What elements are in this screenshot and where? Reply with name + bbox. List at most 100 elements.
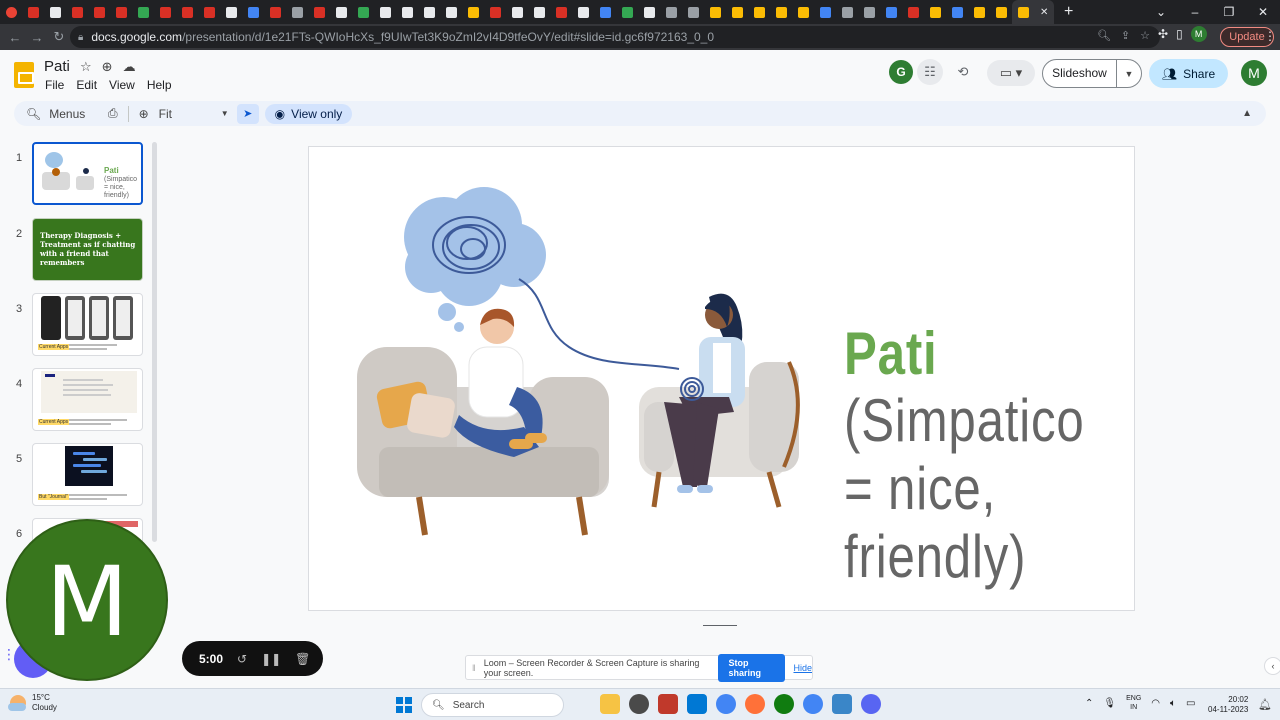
tab-favicon[interactable] (528, 0, 550, 24)
reload-button[interactable]: ↻ (48, 29, 70, 45)
slide-thumbnail-4[interactable]: 4 Current Apps (0, 368, 160, 434)
back-button[interactable]: ← (4, 30, 26, 45)
weather-widget[interactable]: 15°C Cloudy (8, 693, 57, 713)
zoom-icon[interactable]: ⊕ (139, 107, 149, 121)
tab-favicon[interactable] (770, 0, 792, 24)
menus-search[interactable]: 🔍︎ Menus (14, 107, 94, 121)
slideshow-label[interactable]: Slideshow (1043, 60, 1117, 87)
hide-banner-link[interactable]: Hide (793, 663, 812, 673)
wifi-icon[interactable]: ◠ (1151, 698, 1160, 709)
tab-favicon[interactable] (220, 0, 242, 24)
slack-icon[interactable] (629, 694, 649, 714)
tab-favicon[interactable] (242, 0, 264, 24)
thumbnail-frame[interactable]: Therapy Diagnosis + Treatment as if chat… (32, 218, 143, 281)
tab-favicon[interactable] (330, 0, 352, 24)
microphone-icon[interactable]: 🎙︎ (1103, 698, 1116, 709)
discord-icon[interactable] (861, 694, 881, 714)
tray-chevron-icon[interactable]: ⌃ (1085, 698, 1093, 709)
menu-view[interactable]: View (109, 78, 135, 92)
move-icon[interactable]: ⊕ (102, 59, 113, 75)
tab-favicon[interactable] (484, 0, 506, 24)
meet-camera-button[interactable]: ▭ ▾ (987, 60, 1035, 86)
tab-favicon[interactable] (462, 0, 484, 24)
tab-favicon[interactable] (264, 0, 286, 24)
forward-button[interactable]: → (26, 30, 48, 45)
chrome-profile-icon[interactable] (803, 694, 823, 714)
tab-favicon[interactable] (858, 0, 880, 24)
collaborator-avatar[interactable]: G (889, 60, 913, 84)
tab-favicon[interactable] (88, 0, 110, 24)
browser-profile-avatar[interactable]: M (1190, 26, 1207, 42)
tab-favicon[interactable] (308, 0, 330, 24)
pause-icon[interactable]: ❚❚ (261, 652, 281, 666)
tab-favicon[interactable] (726, 0, 748, 24)
tab-favicon[interactable] (66, 0, 88, 24)
tab-favicon[interactable] (22, 0, 44, 24)
speaker-notes-handle[interactable] (703, 625, 737, 626)
side-panel-toggle-icon[interactable]: ‹ (1264, 657, 1280, 675)
slide-thumbnail-3[interactable]: 3 Current Apps (0, 293, 160, 359)
tab-favicon[interactable] (924, 0, 946, 24)
tab-favicon[interactable] (660, 0, 682, 24)
xbox-icon[interactable] (774, 694, 794, 714)
firefox-icon[interactable] (745, 694, 765, 714)
battery-icon[interactable]: ▭ (1186, 698, 1195, 709)
thumbnail-frame[interactable]: But "Journal" (32, 443, 143, 506)
document-title[interactable]: Pati (44, 58, 70, 75)
slideshow-button[interactable]: Slideshow ▼ (1042, 59, 1142, 88)
volume-icon[interactable]: 🔈︎ (1170, 698, 1176, 709)
tab-favicon[interactable] (44, 0, 66, 24)
star-icon[interactable]: ☆ (80, 59, 92, 75)
tab-favicon[interactable] (374, 0, 396, 24)
tab-favicon[interactable] (748, 0, 770, 24)
taskbar-clock[interactable]: 20:02 04-11-2023 (1208, 695, 1248, 715)
zoom-icon[interactable]: 🔍︎ (1097, 29, 1111, 42)
tab-favicon[interactable] (440, 0, 462, 24)
notepad-icon[interactable] (832, 694, 852, 714)
tab-favicon[interactable] (704, 0, 726, 24)
tab-favicon[interactable] (682, 0, 704, 24)
menu-file[interactable]: File (45, 78, 64, 92)
history-icon[interactable]: ⟲ (950, 59, 976, 85)
file-explorer-icon[interactable] (600, 694, 620, 714)
vscode-icon[interactable] (687, 694, 707, 714)
windows-start-icon[interactable] (396, 697, 412, 713)
url-input[interactable]: 🔒︎ docs.google.com/presentation/d/1e21FT… (70, 26, 1160, 48)
slide-thumbnail-1[interactable]: 1 Pati (Simpatico = nice, friendly) (0, 142, 160, 208)
notifications-icon[interactable]: 🔔︎ (1258, 698, 1272, 711)
tab-favicon[interactable] (0, 0, 22, 24)
collapse-toolbar-icon[interactable]: ▲ (1242, 108, 1252, 119)
zoom-select[interactable]: Fit ▼ (159, 107, 229, 121)
chrome-icon[interactable] (716, 694, 736, 714)
slides-logo-icon[interactable] (14, 62, 34, 88)
cloud-icon[interactable]: ☁︎ (123, 59, 136, 75)
tab-search-icon[interactable]: ⌄ (1144, 0, 1178, 24)
slide-thumbnail-5[interactable]: 5 But "Journal" (0, 443, 160, 509)
account-avatar[interactable]: M (1241, 60, 1267, 86)
loom-camera-avatar[interactable]: M (6, 519, 168, 681)
thumbnail-frame[interactable]: Pati (Simpatico = nice, friendly) (32, 142, 143, 205)
browser-menu-icon[interactable]: ⋮ (1264, 29, 1276, 43)
tab-favicon[interactable] (286, 0, 308, 24)
trash-icon[interactable]: 🗑︎ (295, 652, 310, 666)
close-tab-icon[interactable]: ✕ (1040, 7, 1048, 18)
tab-favicon[interactable] (638, 0, 660, 24)
side-panel-icon[interactable]: ▯ (1176, 27, 1183, 41)
close-window-button[interactable]: ✕ (1246, 0, 1280, 24)
view-only-button[interactable]: ◉ View only (264, 103, 353, 124)
tab-favicon[interactable] (836, 0, 858, 24)
drag-grip-icon[interactable]: ‖ (472, 663, 476, 673)
taskbar-search[interactable]: 🔍︎ Search (421, 693, 564, 717)
comments-icon[interactable]: ☷ (917, 59, 943, 85)
share-button[interactable]: 👥︎ Share (1149, 59, 1228, 88)
restart-icon[interactable]: ↺ (237, 652, 247, 666)
thumbnail-frame[interactable]: Current Apps (32, 293, 143, 356)
tab-favicon[interactable] (132, 0, 154, 24)
tab-favicon[interactable] (814, 0, 836, 24)
stop-sharing-button[interactable]: Stop sharing (718, 653, 786, 682)
menu-edit[interactable]: Edit (76, 78, 97, 92)
slideshow-dropdown-icon[interactable]: ▼ (1117, 69, 1141, 79)
bookmark-star-icon[interactable]: ☆ (1140, 29, 1150, 42)
tab-favicon[interactable] (352, 0, 374, 24)
tab-favicon[interactable] (880, 0, 902, 24)
